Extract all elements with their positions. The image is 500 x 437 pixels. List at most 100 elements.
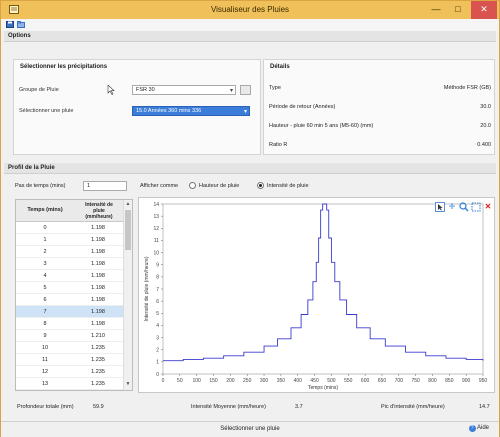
help-link[interactable]: ? Aide	[468, 425, 489, 432]
clear-icon[interactable]: ✕	[483, 202, 493, 212]
peak-intensity-label: Pic d'intensité (mm/heure)	[381, 404, 445, 410]
col-intensity-line: (mm/heure)	[85, 214, 113, 220]
x-tick-label: 150	[209, 378, 218, 384]
table-row[interactable]: 2 1.198	[16, 246, 124, 258]
intensity-cell: 1.198	[91, 261, 105, 267]
table-row[interactable]: 9 1.210	[16, 330, 124, 342]
chevron-down-icon: ▾	[229, 88, 233, 94]
intensity-cell: 1.198	[91, 321, 105, 327]
time-cell: 8	[43, 321, 47, 327]
save-icon[interactable]	[6, 21, 14, 28]
x-tick-label: 700	[395, 378, 404, 384]
status-text: Sélectionner une pluie	[220, 426, 280, 432]
scroll-down-icon[interactable]: ▼	[124, 381, 132, 389]
zoom-tool-icon[interactable]	[459, 202, 469, 212]
table-row[interactable]: 3 1.198	[16, 258, 124, 270]
mouse-cursor-icon	[107, 85, 115, 95]
rain-group-label: Groupe de Pluie	[19, 87, 59, 93]
time-cell: 10	[41, 345, 49, 351]
scrollbar-thumb[interactable]	[125, 210, 131, 250]
timestep-input[interactable]: 1	[83, 181, 127, 191]
depth-radio[interactable]	[189, 182, 196, 189]
table-row[interactable]: 1 1.198	[16, 234, 124, 246]
intensity-cell: 1.235	[91, 369, 105, 375]
x-axis-label: Temps (mins)	[308, 385, 338, 391]
x-tick-label: 250	[243, 378, 252, 384]
y-tick-label: 6	[156, 299, 159, 305]
pointer-tool-icon[interactable]	[435, 202, 445, 212]
status-bar: Sélectionner une pluie ? Aide	[1, 421, 499, 437]
y-tick-label: 5	[156, 311, 159, 317]
table-row[interactable]: 4 1.198	[16, 270, 124, 282]
zoom-extent-icon[interactable]	[471, 202, 481, 212]
table-row[interactable]: 10 1.235	[16, 342, 124, 354]
rainfall-chart: 012345678910111213140 50 100 150 200 250 300 35…	[144, 202, 488, 391]
time-cell: 2	[43, 249, 47, 255]
table-row[interactable]: 13 1.235	[16, 378, 124, 390]
table-row[interactable]: 5 1.198	[16, 282, 124, 294]
detail-row: Type Méthode FSR (GB)	[269, 85, 491, 95]
rain-group-select[interactable]: FSR 30 ▾	[132, 85, 236, 95]
y-tick-label: 0	[156, 372, 159, 378]
col-time-header[interactable]: Temps (mins)	[18, 207, 72, 213]
total-depth-value: 59.9	[93, 404, 104, 410]
table-row[interactable]: 6 1.198	[16, 294, 124, 306]
time-cell: 4	[43, 273, 47, 279]
y-tick-label: 13	[153, 214, 159, 220]
table-row[interactable]: 12 1.235	[16, 366, 124, 378]
mean-intensity-label: Intensité Moyenne (mm/heure)	[191, 404, 266, 410]
open-folder-icon[interactable]	[17, 21, 25, 28]
x-tick-label: 500	[327, 378, 336, 384]
intensity-cell: 1.198	[91, 225, 105, 231]
x-tick-label: 950	[479, 378, 488, 384]
peak-intensity-value: 14.7	[479, 404, 490, 410]
x-tick-label: 550	[344, 378, 353, 384]
rain-group-edit-button[interactable]	[240, 85, 251, 95]
time-cell: 3	[43, 261, 47, 267]
detail-key: Hauteur - pluie 60 min 5 ans (M5-60) (mm…	[269, 123, 374, 129]
x-tick-label: 50	[177, 378, 183, 384]
table-row[interactable]: 7 1.198	[16, 306, 124, 318]
x-tick-label: 400	[294, 378, 303, 384]
detail-row: Hauteur - pluie 60 min 5 ans (M5-60) (mm…	[269, 123, 491, 133]
detail-value: 30.0	[480, 104, 491, 110]
maximize-button[interactable]: □	[447, 1, 469, 19]
intensity-cell: 1.198	[91, 237, 105, 243]
intensity-radio[interactable]	[257, 182, 264, 189]
y-tick-label: 3	[156, 335, 159, 341]
table-row[interactable]: 11 1.235	[16, 354, 124, 366]
title-bar: Visualiseur des Pluies — □ ✕	[1, 1, 499, 19]
detail-value: 0.400	[477, 142, 491, 148]
y-tick-label: 8	[156, 275, 159, 281]
table-row[interactable]: 0 1.198	[16, 222, 124, 234]
intensity-cell: 1.198	[91, 249, 105, 255]
table-scrollbar[interactable]: ▲ ▼	[123, 200, 132, 390]
x-tick-label: 350	[277, 378, 286, 384]
time-cell: 5	[43, 285, 47, 291]
minimize-button[interactable]: —	[425, 1, 447, 19]
y-tick-label: 7	[156, 287, 159, 293]
x-tick-label: 100	[193, 378, 202, 384]
scroll-up-icon[interactable]: ▲	[124, 201, 132, 209]
table-row[interactable]: 8 1.198	[16, 318, 124, 330]
rain-select[interactable]: 15.0 Années 360 mins 336 ▾	[132, 106, 250, 116]
pan-tool-icon[interactable]: ✛	[447, 202, 457, 212]
table-header: Temps (mins) Intensité de pluie (mm/heur…	[16, 200, 124, 222]
mean-intensity-value: 3.7	[295, 404, 303, 410]
intensity-cell: 1.198	[91, 285, 105, 291]
display-as-label: Afficher comme	[140, 183, 179, 189]
x-tick-label: 750	[411, 378, 420, 384]
app-window: Visualiseur des Pluies — □ ✕ Options Sél…	[0, 0, 500, 437]
y-tick-label: 14	[153, 202, 159, 208]
x-tick-label: 900	[462, 378, 471, 384]
profile-header: Profil de la Pluie	[4, 163, 496, 174]
help-icon: ?	[468, 425, 476, 432]
x-tick-label: 450	[310, 378, 319, 384]
x-tick-label: 0	[162, 378, 165, 384]
detail-value: 20.0	[480, 123, 491, 129]
intensity-cell: 1.198	[91, 309, 105, 315]
close-button[interactable]: ✕	[471, 1, 497, 19]
time-cell: 7	[43, 309, 47, 315]
col-intensity-header[interactable]: Intensité de pluie (mm/heure)	[78, 202, 120, 220]
time-cell: 13	[41, 381, 49, 387]
